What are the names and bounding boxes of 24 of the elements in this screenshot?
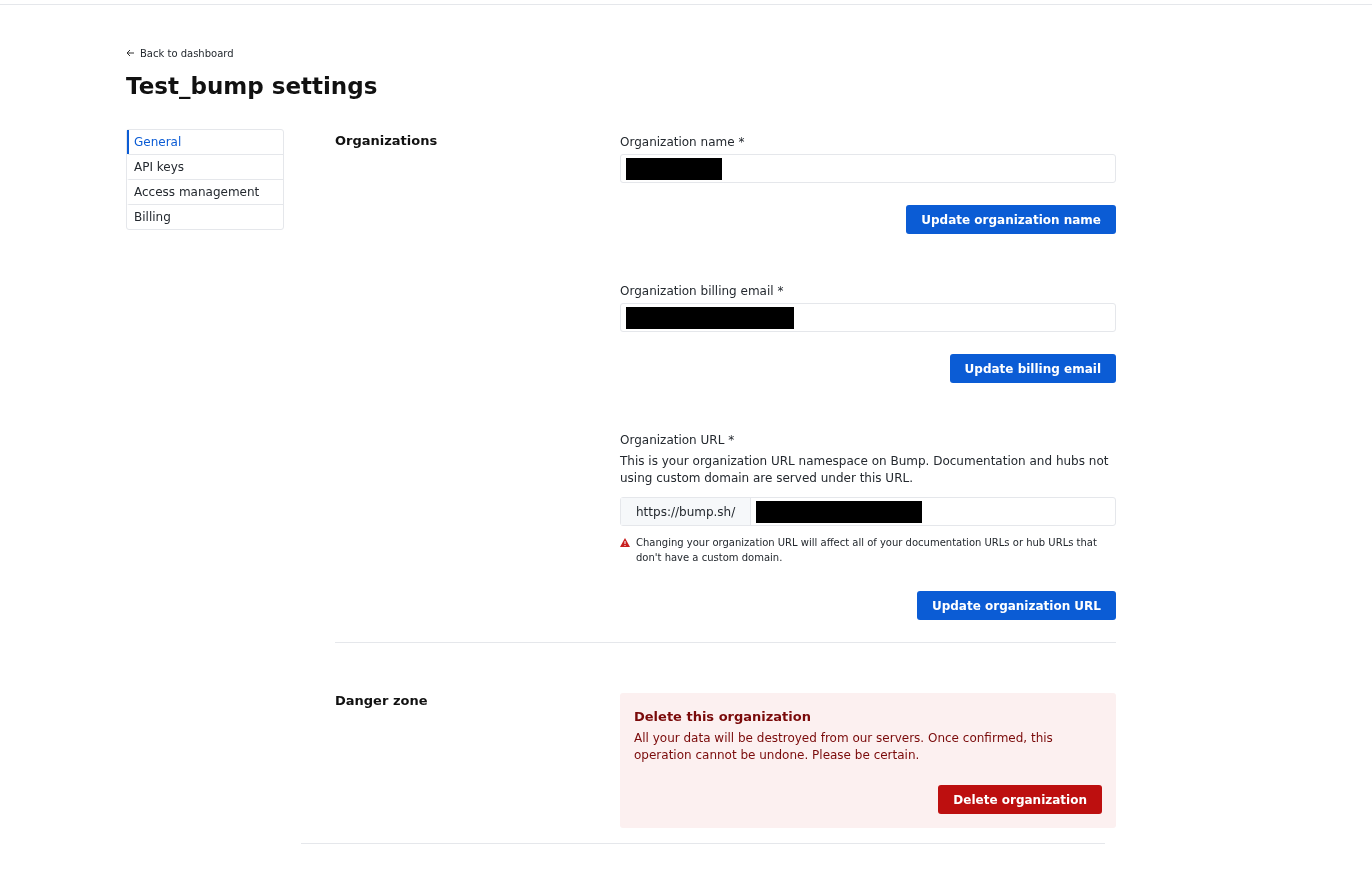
page-title: Test_bump settings — [126, 73, 379, 99]
url-prefix: https://bump.sh/ — [621, 498, 752, 525]
delete-button[interactable]: Delete organization — [938, 785, 1102, 814]
field-label: Organization URL * — [620, 432, 736, 447]
field-description: This is your organization URL namespace on Bump. Documentation and hubs not using custom domain are served under this URL. — [620, 453, 1110, 487]
input-field[interactable] — [620, 154, 1116, 183]
sidebar-item[interactable]: Billing — [127, 204, 283, 229]
input-field[interactable] — [620, 303, 1116, 332]
danger-title: Delete this organization — [634, 709, 812, 724]
update-button[interactable]: Update billing email — [949, 354, 1116, 383]
field-label: Organization name * — [620, 134, 746, 149]
warning-text: Changing your organization URL will affect all of your documentation URLs or hub URLs that don't have a custom domain. — [636, 536, 1098, 565]
section-heading: Danger zone — [335, 693, 429, 710]
section-heading: Organizations — [335, 133, 439, 150]
sidebar-item[interactable]: API keys — [127, 154, 283, 179]
warning-icon — [620, 538, 630, 547]
sidebar-item[interactable]: Access management — [127, 179, 283, 204]
field-label: Organization billing email * — [620, 283, 785, 298]
update-button[interactable]: Update organization URL — [916, 591, 1116, 620]
danger-text: All your data will be destroyed from our servers. Once confirmed, this operation cannot be undone. Please be certain. — [634, 730, 1054, 764]
sidebar-item[interactable]: General — [127, 130, 283, 154]
arrow-left-icon — [126, 49, 135, 57]
input-field[interactable]: https://bump.sh/ — [620, 497, 1116, 526]
update-button[interactable]: Update organization name — [906, 205, 1116, 234]
